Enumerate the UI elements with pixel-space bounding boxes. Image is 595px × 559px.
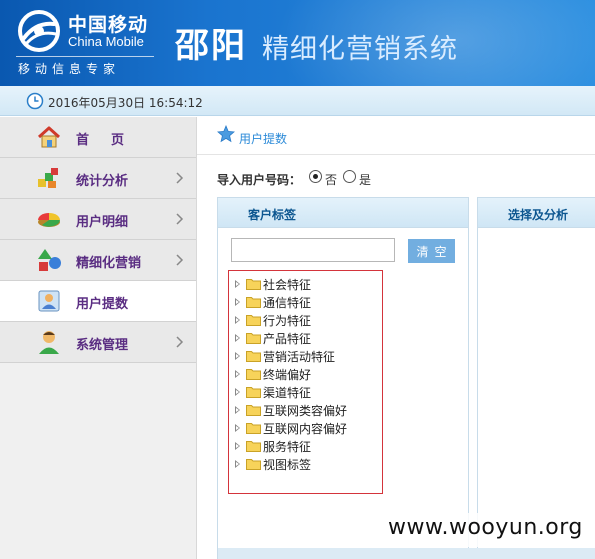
logo-slogan: 移动信息专家 (18, 62, 121, 76)
admin-user-icon (39, 331, 59, 354)
logo-divider (16, 56, 154, 57)
tree-item-label: 互联网内容偏好 (263, 422, 348, 436)
sidebar-item-label: 用户明细 (76, 215, 129, 230)
import-no-radio[interactable] (309, 170, 322, 183)
expand-arrow-icon[interactable] (235, 316, 240, 324)
tree-item-label: 通信特征 (263, 296, 312, 310)
expand-arrow-icon[interactable] (235, 370, 240, 378)
import-yes-radio[interactable] (343, 170, 356, 183)
sidebar-item-label: 首页 (76, 133, 147, 148)
star-icon (217, 125, 235, 143)
folder-icon (246, 315, 261, 326)
sidebar-item-precision-marketing[interactable]: 精细化营销 (0, 240, 196, 281)
expand-arrow-icon[interactable] (235, 298, 240, 306)
user-extract-icon (38, 290, 60, 312)
expand-arrow-icon[interactable] (235, 424, 240, 432)
sidebar-item-user-extraction[interactable]: 用户提数 (0, 281, 196, 322)
blocks-chart-icon (38, 168, 58, 188)
folder-icon (246, 279, 261, 290)
folder-icon (246, 441, 261, 452)
folder-icon (246, 405, 261, 416)
tree-item-label: 营销活动特征 (263, 350, 336, 364)
app-city-name: 邵阳 (175, 26, 247, 66)
tag-tree: 社会特征 通信特征 行为特征 产品特征 营销活动特征 终端偏好 渠道特征 互联网… (228, 270, 383, 494)
sidebar-item-user-details[interactable]: 用户明细 (0, 199, 196, 240)
time-bar: 2016年05月30日 16:54:12 (0, 86, 595, 116)
sidebar-item-statistics[interactable]: 统计分析 (0, 158, 196, 199)
tag-search-input[interactable] (231, 238, 395, 262)
shapes-icon (38, 249, 61, 271)
import-no-label: 否 (325, 173, 338, 187)
logo-chinese-name: 中国移动 (68, 14, 149, 36)
folder-icon (246, 297, 261, 308)
folder-icon (246, 423, 261, 434)
chevron-right-icon (176, 213, 184, 225)
sidebar-item-system-admin[interactable]: 系统管理 (0, 322, 196, 363)
tree-item-label: 产品特征 (263, 332, 312, 346)
breadcrumb-current[interactable]: 用户提数 (239, 130, 287, 147)
tree-item-label: 互联网类容偏好 (263, 404, 348, 418)
sidebar: 首页 统计分析 用户明细 精细化营销 用户提数 系统管理 (0, 117, 197, 559)
sidebar-item-label: 精细化营销 (76, 256, 142, 271)
import-yes-label: 是 (359, 173, 372, 187)
folder-icon (246, 459, 261, 470)
expand-arrow-icon[interactable] (235, 442, 240, 450)
chevron-right-icon (176, 172, 184, 184)
expand-arrow-icon[interactable] (235, 460, 240, 468)
app-header: 中国移动 China Mobile 移动信息专家 邵阳 精细化营销系统 (0, 0, 595, 86)
pie-chart-icon (38, 213, 60, 227)
china-mobile-logo: 中国移动 China Mobile 移动信息专家 (16, 8, 161, 78)
house-icon (37, 126, 61, 148)
china-mobile-logo-icon (18, 10, 60, 52)
chevron-right-icon (176, 336, 184, 348)
folder-icon (246, 369, 261, 380)
tree-item-label: 视图标签 (263, 458, 312, 472)
expand-arrow-icon[interactable] (235, 352, 240, 360)
expand-arrow-icon[interactable] (235, 406, 240, 414)
app-title: 精细化营销系统 (262, 34, 458, 65)
sidebar-item-home[interactable]: 首页 (0, 117, 196, 158)
customer-tags-title: 客户标签 (248, 208, 297, 222)
expand-arrow-icon[interactable] (235, 280, 240, 288)
tree-item-label: 行为特征 (263, 314, 312, 328)
tree-item-label: 渠道特征 (263, 386, 312, 400)
tree-item-label: 服务特征 (263, 440, 312, 454)
customer-tags-header: 客户标签 (218, 198, 468, 228)
panel-footer-strip (218, 548, 595, 559)
selection-analysis-header: 选择及分析 (478, 198, 595, 228)
logo-english-name: China Mobile (68, 34, 144, 49)
selection-analysis-title: 选择及分析 (508, 208, 569, 222)
watermark: www.wooyun.org (378, 513, 590, 547)
chevron-right-icon (176, 254, 184, 266)
clear-button[interactable]: 清空 (408, 239, 455, 263)
clock-icon (26, 92, 44, 110)
expand-arrow-icon[interactable] (235, 334, 240, 342)
import-label: 导入用户号码： (217, 173, 302, 187)
tree-item-label: 终端偏好 (263, 368, 312, 382)
folder-icon (246, 333, 261, 344)
folder-icon (246, 351, 261, 362)
sidebar-item-label: 用户提数 (76, 297, 129, 312)
folder-icon (246, 387, 261, 398)
expand-arrow-icon[interactable] (235, 388, 240, 396)
tree-item-label: 社会特征 (263, 278, 312, 292)
current-datetime: 2016年05月30日 16:54:12 (48, 96, 203, 110)
breadcrumb: 用户提数 (197, 117, 595, 155)
selection-analysis-panel: 选择及分析 (477, 197, 595, 559)
sidebar-item-label: 系统管理 (76, 338, 129, 353)
sidebar-item-label: 统计分析 (76, 174, 129, 189)
